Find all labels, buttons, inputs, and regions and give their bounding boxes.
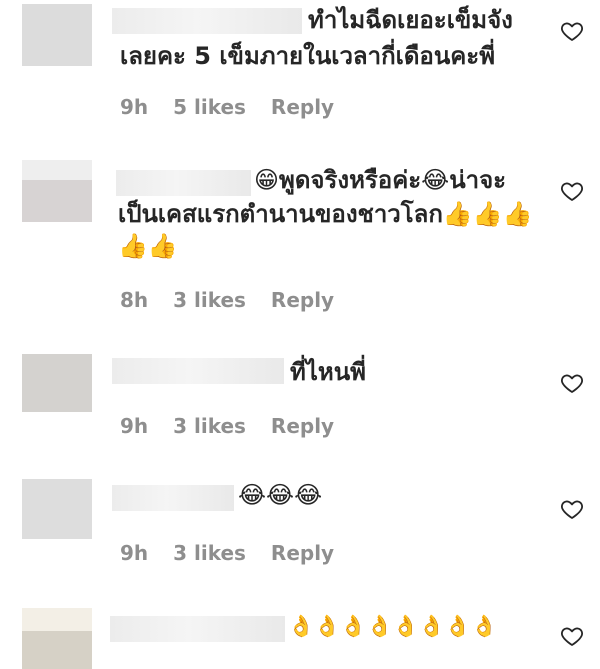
comment-meta: 9h 3 likes Reply — [120, 414, 352, 438]
username-redacted[interactable] — [112, 8, 302, 34]
comment-item: ที่ไหนพี่ 9h 3 likes Reply — [0, 350, 600, 470]
comment-text: เป็นเคสแรกตำนานของชาวโลก👍👍👍 — [118, 200, 533, 228]
heart-outline-icon[interactable] — [560, 179, 584, 203]
comment-text: 😁พูดจริงหรือค่ะ😂น่าจะ — [254, 166, 507, 194]
reply-button[interactable]: Reply — [271, 288, 334, 312]
heart-outline-icon[interactable] — [560, 371, 584, 395]
reply-button[interactable]: Reply — [271, 95, 334, 119]
username-redacted[interactable] — [110, 616, 285, 642]
username-redacted[interactable] — [116, 170, 251, 196]
comment-text: 👌👌👌👌👌👌👌👌 — [288, 614, 498, 638]
comment-time: 9h — [120, 541, 149, 565]
username-redacted[interactable] — [112, 358, 284, 384]
comment-item: 👌👌👌👌👌👌👌👌 — [0, 606, 600, 669]
avatar[interactable] — [22, 354, 92, 412]
heart-outline-icon[interactable] — [560, 19, 584, 43]
heart-outline-icon[interactable] — [560, 497, 584, 521]
comment-text: 👍👍 — [118, 232, 178, 260]
comment-text: ที่ไหนพี่ — [290, 358, 366, 386]
like-count[interactable]: 3 likes — [173, 541, 246, 565]
comment-time: 8h — [120, 288, 149, 312]
like-count[interactable]: 3 likes — [173, 288, 246, 312]
comment-time: 9h — [120, 95, 149, 119]
avatar[interactable] — [22, 479, 92, 539]
avatar[interactable] — [22, 160, 92, 222]
comment-text: เลยคะ 5 เข็มภายในเวลากี่เดือนคะพี่ — [120, 42, 496, 70]
comment-time: 9h — [120, 414, 149, 438]
comment-text: ทำไมฉีดเยอะเข็มจัง — [308, 6, 513, 34]
like-count[interactable]: 5 likes — [173, 95, 246, 119]
avatar[interactable] — [22, 608, 92, 669]
comment-meta: 9h 3 likes Reply — [120, 541, 352, 565]
avatar[interactable] — [22, 4, 92, 66]
heart-outline-icon[interactable] — [560, 624, 584, 648]
comment-item: 😂😂😂 9h 3 likes Reply — [0, 477, 600, 597]
like-count[interactable]: 3 likes — [173, 414, 246, 438]
reply-button[interactable]: Reply — [271, 541, 334, 565]
reply-button[interactable]: Reply — [271, 414, 334, 438]
comment-text: 😂😂😂 — [238, 481, 323, 509]
comment-item: ทำไมฉีดเยอะเข็มจัง เลยคะ 5 เข็มภายในเวลา… — [0, 0, 600, 160]
comment-meta: 9h 5 likes Reply — [120, 95, 352, 119]
username-redacted[interactable] — [112, 485, 234, 511]
comment-meta: 8h 3 likes Reply — [120, 288, 352, 312]
comment-item: 😁พูดจริงหรือค่ะ😂น่าจะ เป็นเคสแรกตำนานของ… — [0, 160, 600, 340]
